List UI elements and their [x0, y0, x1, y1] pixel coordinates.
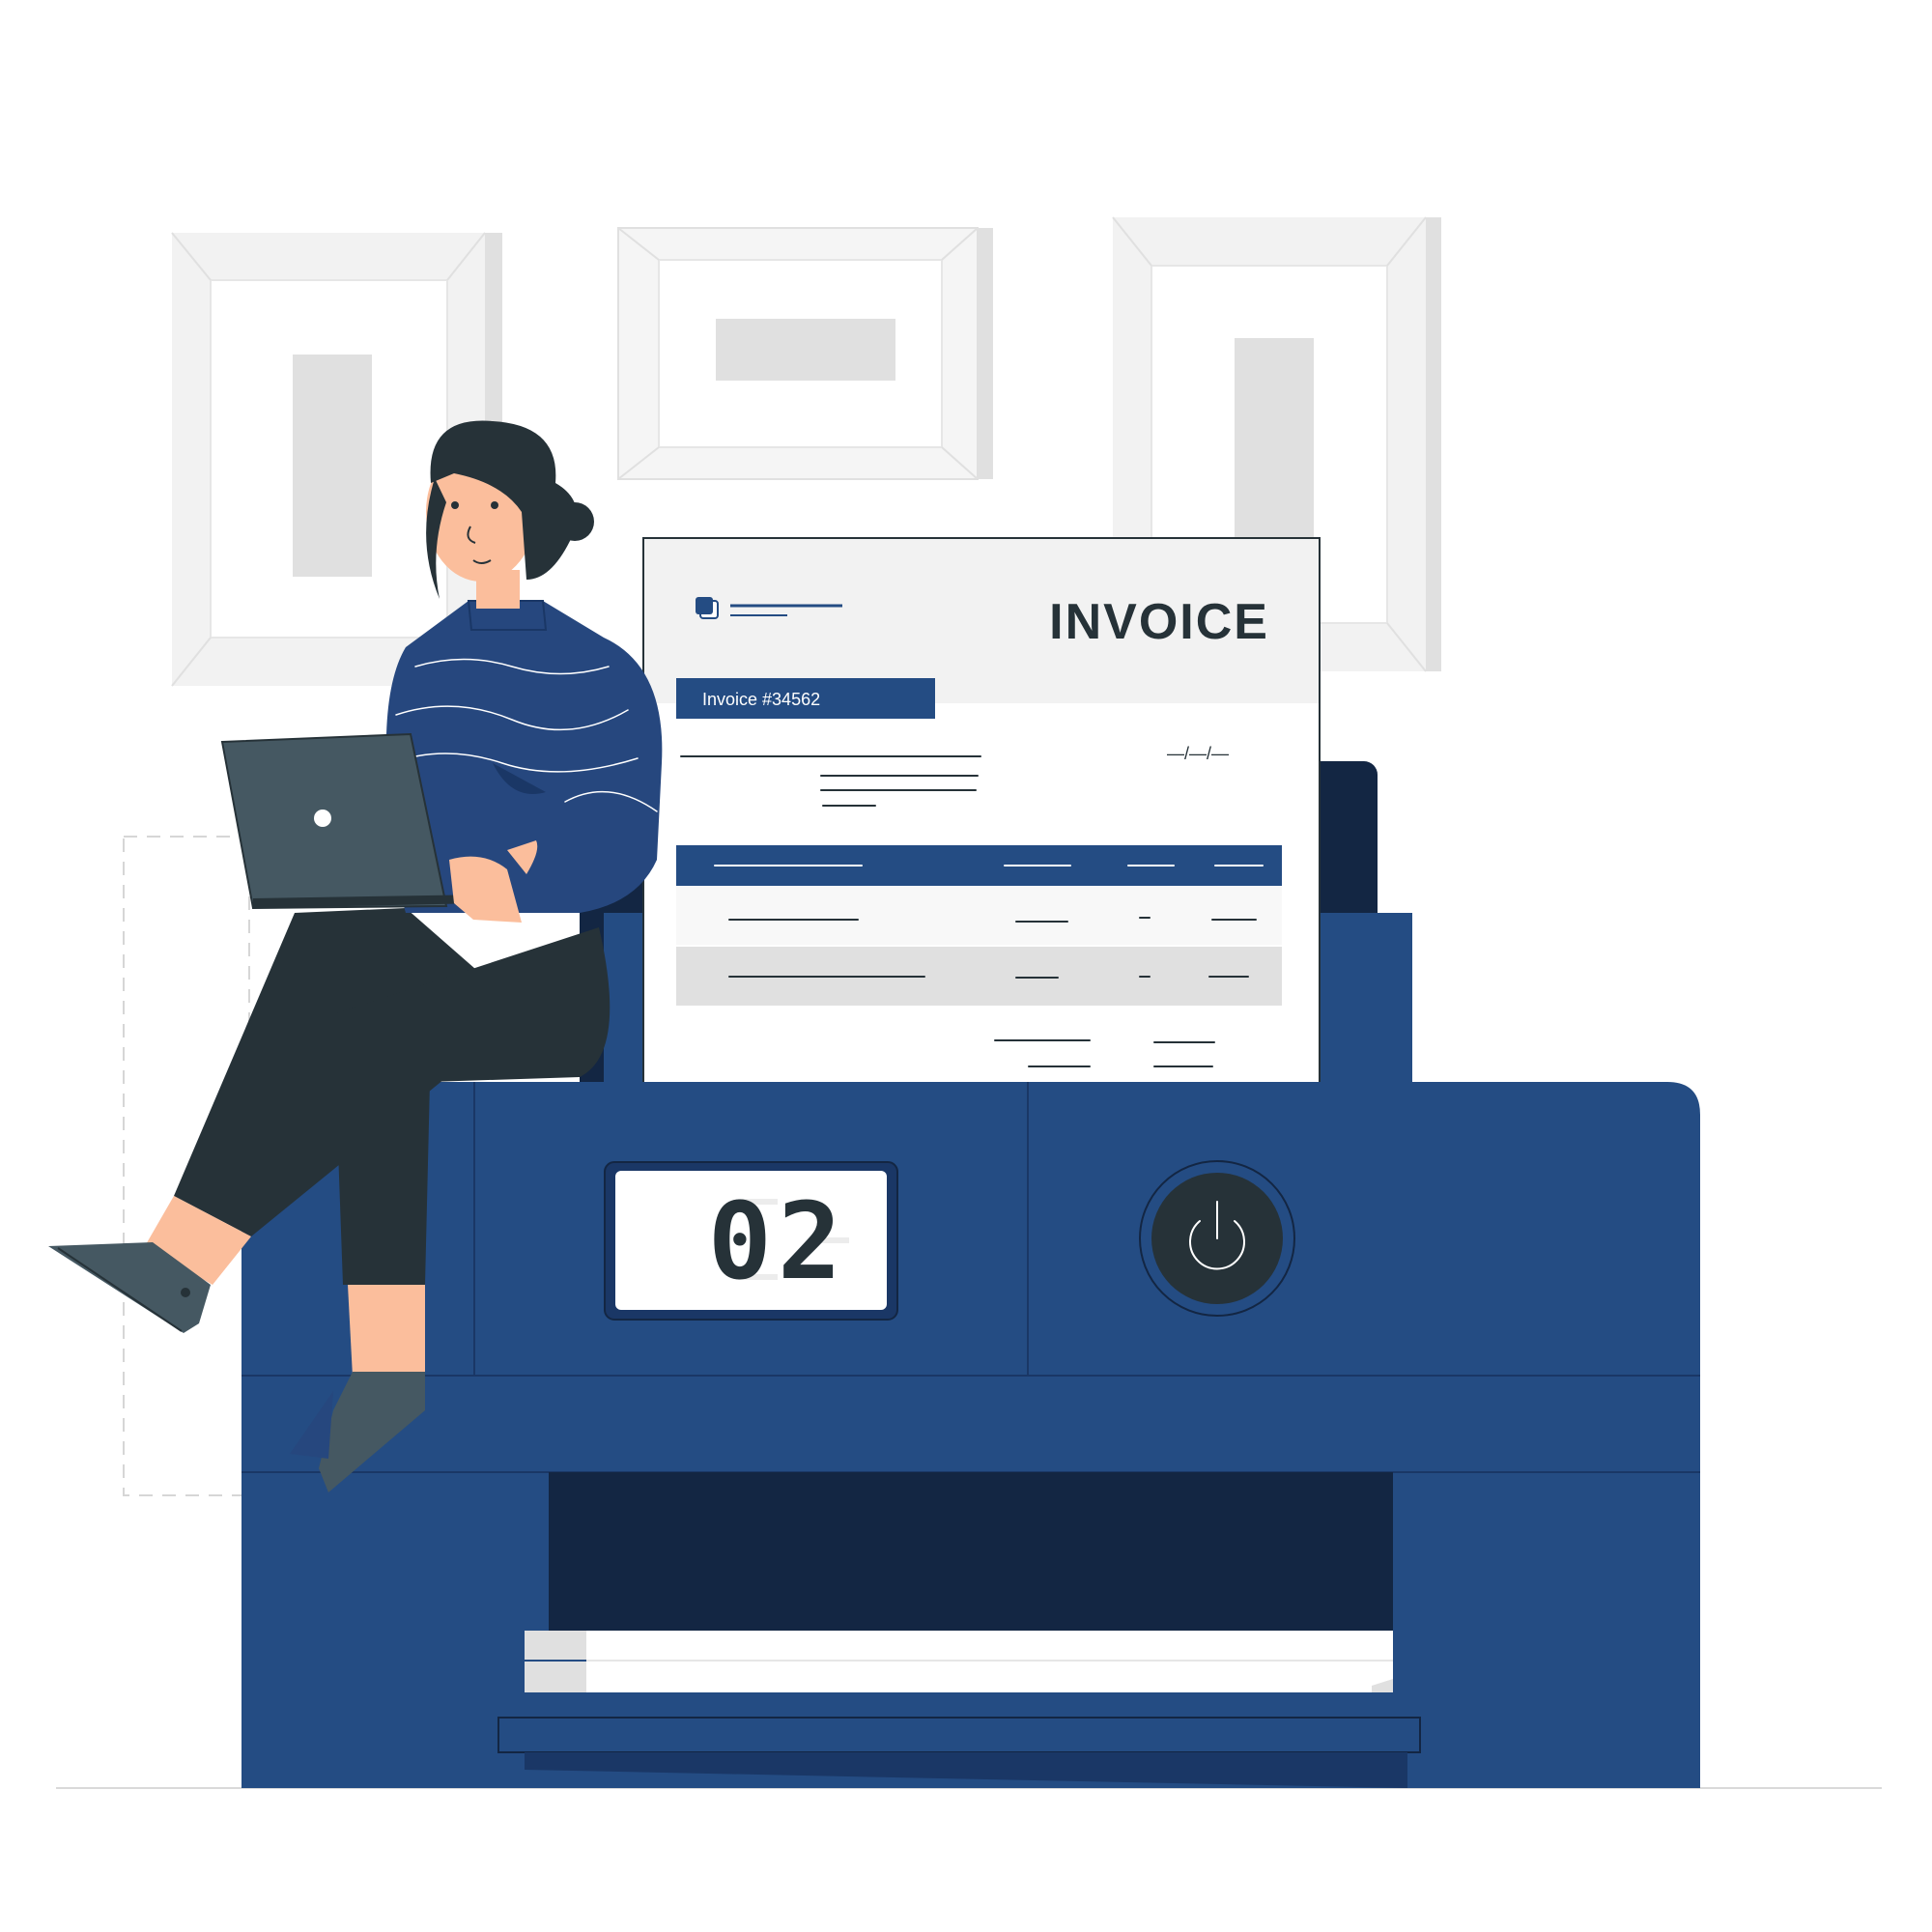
paper-tray — [497, 1717, 1421, 1753]
frame-art — [1235, 338, 1314, 560]
paper-stack — [525, 1631, 1393, 1692]
invoice-title: INVOICE — [1049, 594, 1269, 650]
power-button[interactable] — [1139, 1160, 1295, 1317]
invoice-printing-illustration: INVOICE Invoice #34562 —/—/— 02 — [48, 216, 1882, 1789]
table-row — [676, 887, 1282, 945]
invoice-number-label: Invoice #34562 — [702, 690, 820, 709]
printer: 02 — [242, 1082, 1700, 1788]
frame-art — [716, 319, 895, 381]
invoice-document: INVOICE Invoice #34562 —/—/— — [642, 537, 1321, 1085]
laptop-logo-icon — [314, 810, 331, 827]
counter-display: 02 — [604, 1161, 898, 1321]
invoice-date: —/—/— — [1167, 744, 1229, 763]
wall-frame-center — [617, 227, 993, 480]
output-slot — [549, 1472, 1393, 1631]
counter-value: 02 — [708, 1179, 847, 1303]
frame-art — [293, 355, 372, 577]
